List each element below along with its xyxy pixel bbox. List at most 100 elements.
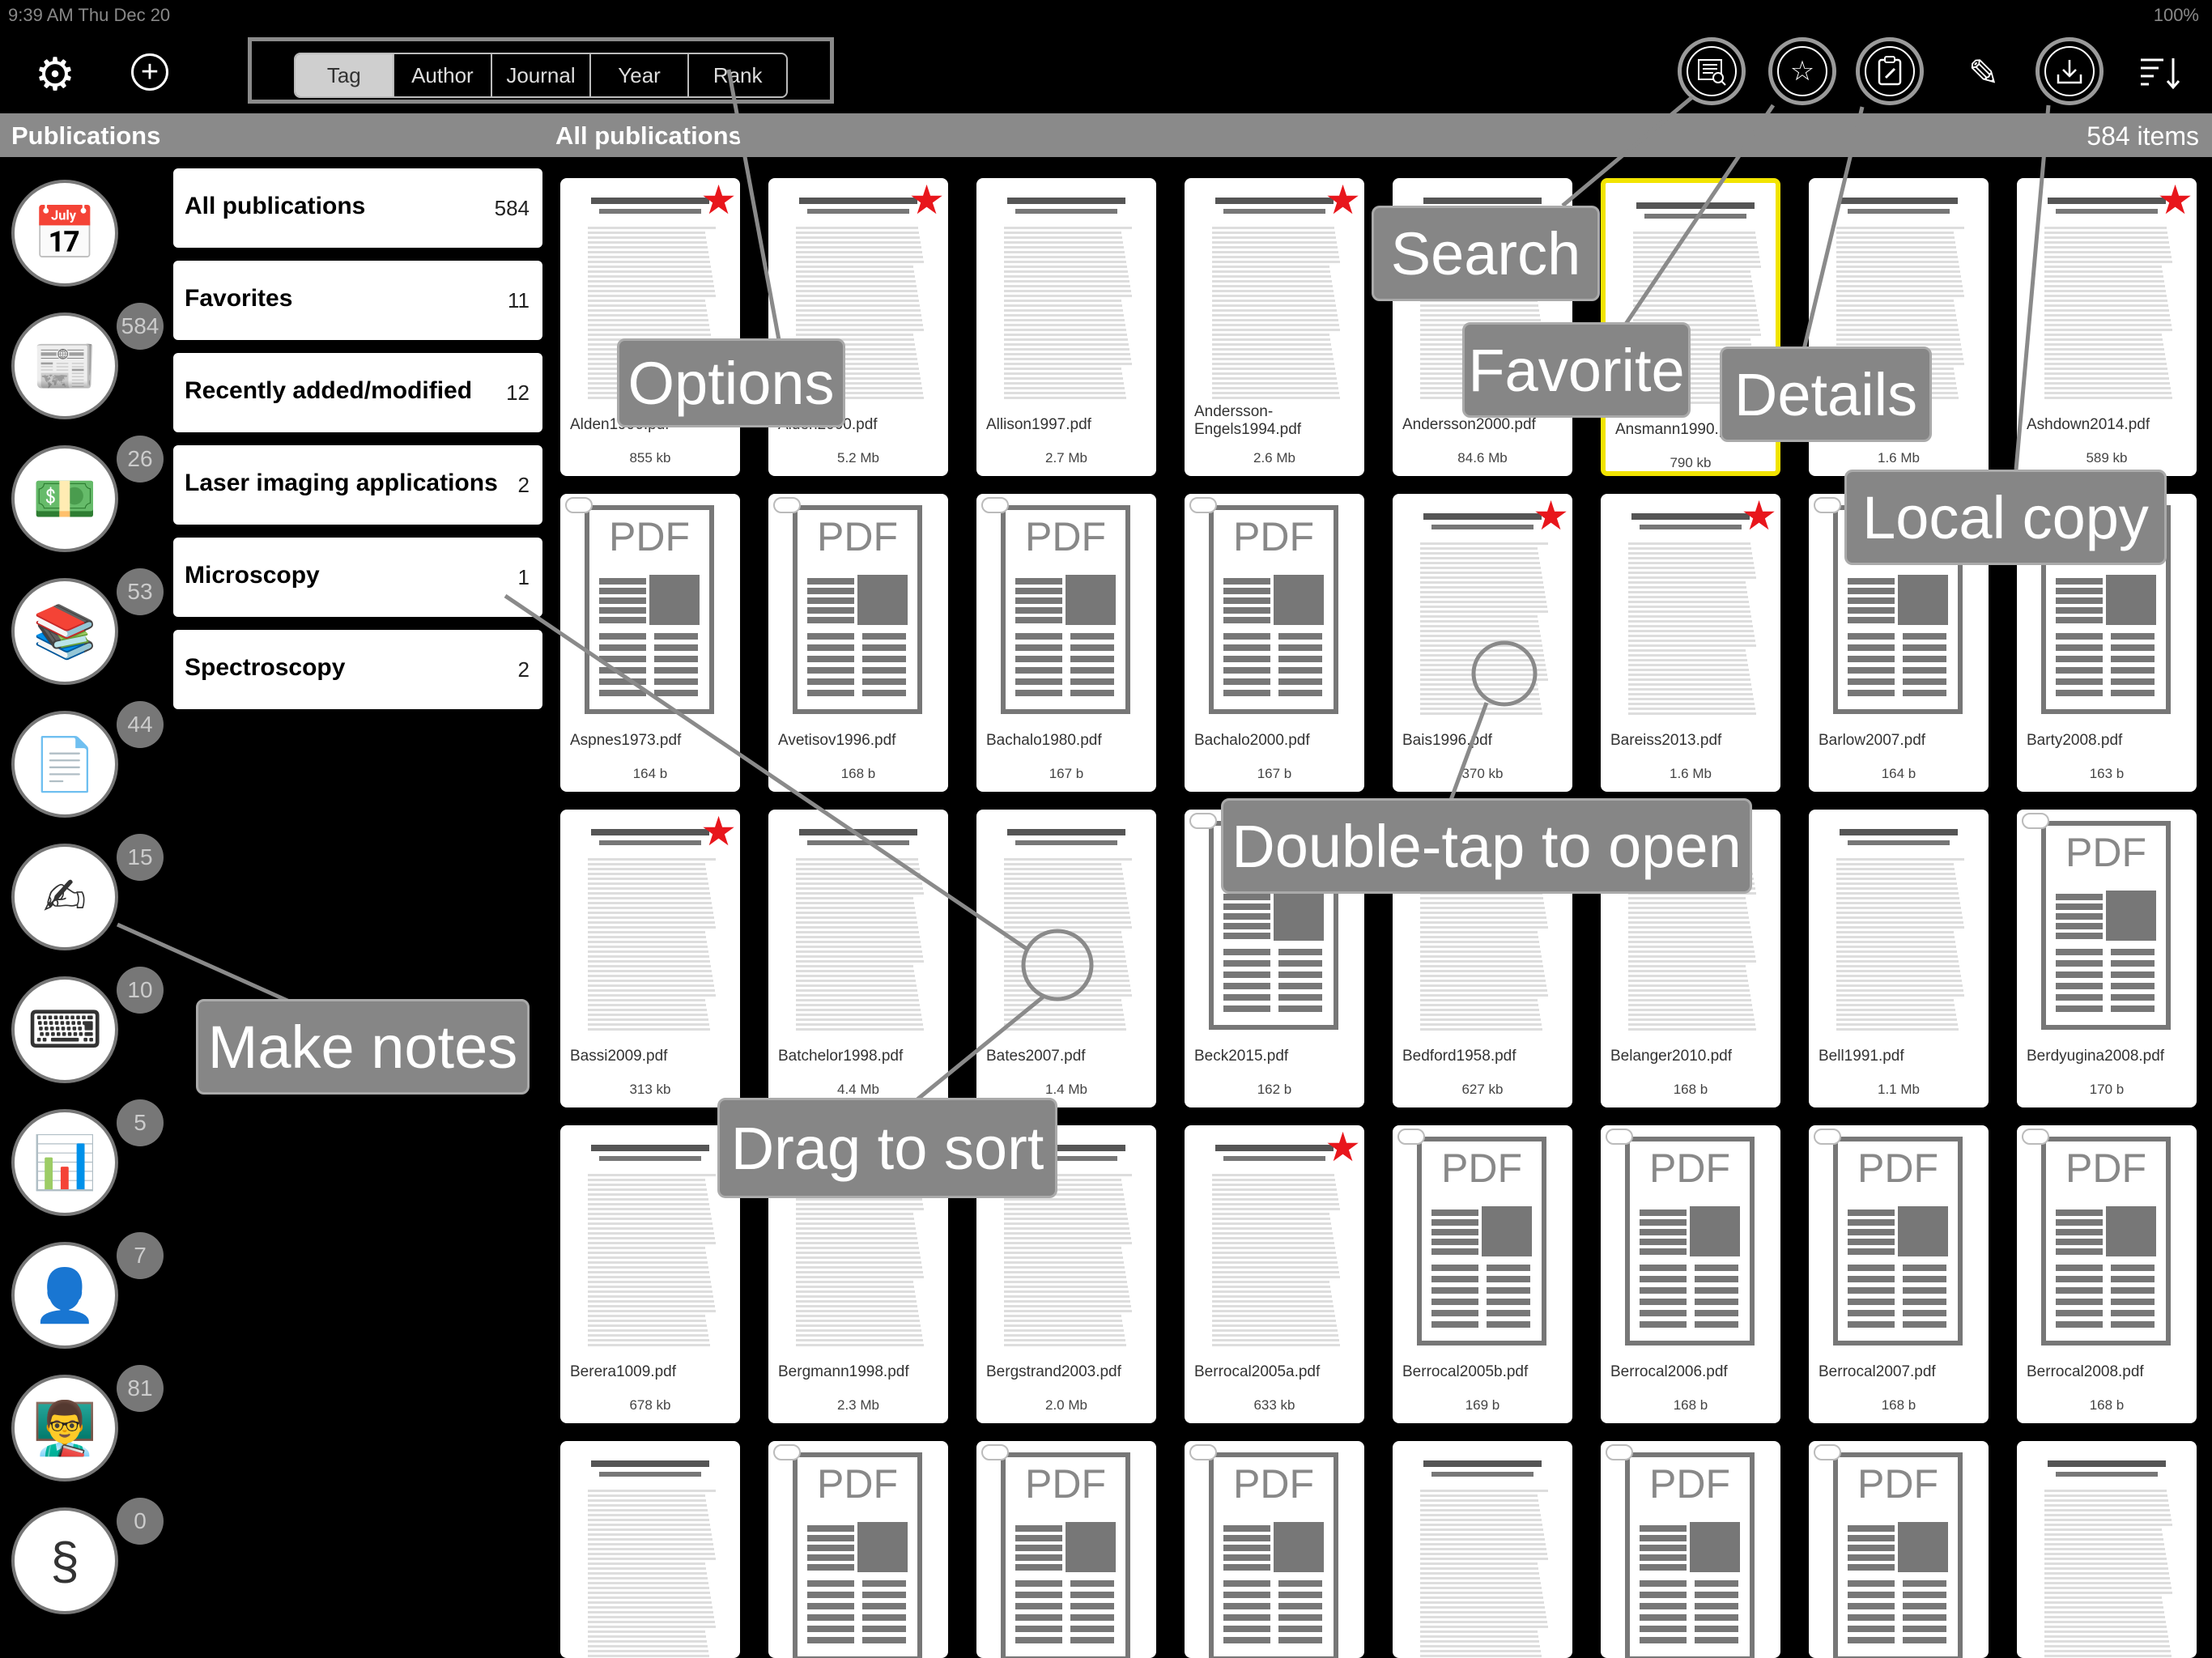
publication-card[interactable]: PDF Avetisov1996.pdf 168 b [768,494,948,792]
category-count-badge: 584 [117,303,164,350]
callout-options: Options [617,338,845,427]
cloud-icon [981,1444,1009,1460]
pdf-placeholder-icon: PDF [1833,1137,1963,1346]
publication-card[interactable]: PDF [976,1441,1156,1658]
segment-journal[interactable]: Journal [492,54,591,96]
publication-card[interactable]: PDF Bachalo2000.pdf 167 b [1185,494,1364,792]
tag-count: 2 [517,473,530,497]
pencil-icon[interactable]: ✎ [1959,49,2008,97]
tag-item[interactable]: Favorites 11 [173,261,542,340]
file-size: 168 b [2089,1397,2125,1413]
notepad-pen-icon[interactable]: ✍ [11,844,118,950]
file-name: Bachalo1980.pdf [986,732,1102,749]
file-size: 1.1 Mb [1878,1082,1920,1097]
file-name: Berrocal2008.pdf [2027,1363,2144,1380]
publication-card[interactable] [1393,1441,1572,1658]
sort-segmented-control: Tag Author Journal Year Rank [294,53,788,98]
segment-rank[interactable]: Rank [689,54,786,96]
tag-item[interactable]: All publications 584 [173,168,542,248]
file-name: Berrocal2005b.pdf [1402,1363,1529,1380]
publication-card[interactable]: PDF [1601,1441,1780,1658]
publication-card[interactable]: Bell1991.pdf 1.1 Mb [1809,810,1989,1107]
pdf-placeholder-icon: PDF [585,505,714,714]
publication-card[interactable] [2017,1441,2197,1658]
category-count-badge: 53 [117,568,164,615]
presentation-icon[interactable]: 📊 [11,1109,118,1216]
document-thumbnail [786,818,930,1036]
file-size: 164 b [1881,766,1916,781]
category-count-badge: 44 [117,701,164,748]
calendar-icon[interactable]: 📅 [11,180,118,287]
invoice-icon[interactable]: 📄 [11,711,118,818]
publication-card[interactable]: PDF Berdyugina2008.pdf 170 b [2017,810,2197,1107]
callout-local-copy: Local copy [1844,470,2167,565]
tag-item[interactable]: Spectroscopy 2 [173,630,542,709]
publication-card[interactable]: PDF Berrocal2008.pdf 168 b [2017,1125,2197,1423]
favorite-star-icon: ★ [908,178,945,223]
segment-author[interactable]: Author [394,54,493,96]
sort-icon[interactable] [2134,49,2186,97]
file-name: Bassi2009.pdf [570,1048,668,1065]
plus-icon[interactable]: + [131,53,168,91]
pdf-placeholder-icon: PDF [793,505,922,714]
publication-card[interactable]: ★ Berrocal2005a.pdf 633 kb [1185,1125,1364,1423]
publication-card[interactable]: Bates2007.pdf 1.4 Mb [976,810,1156,1107]
file-size: 168 b [1673,1397,1708,1413]
publication-card[interactable]: PDF [1185,1441,1364,1658]
favorite-star-icon: ★ [700,810,737,854]
segment-tag[interactable]: Tag [296,54,394,96]
publication-card[interactable]: PDF Berrocal2007.pdf 168 b [1809,1125,1989,1423]
publication-card[interactable]: PDF Bachalo1980.pdf 167 b [976,494,1156,792]
legal-document-icon[interactable]: § [11,1507,118,1614]
publication-card[interactable] [560,1441,740,1658]
search-button[interactable] [1678,37,1746,105]
file-name: Avetisov1996.pdf [778,732,896,749]
cloud-icon [1606,1129,1633,1145]
books-icon[interactable]: 📚 [11,578,118,685]
wallet-icon[interactable]: 💵 [11,445,118,552]
tag-name: Laser imaging applications [185,470,498,496]
segment-year[interactable]: Year [591,54,690,96]
publication-card[interactable]: ★Alden2000.pdf5.2 Mb [768,178,948,476]
download-button[interactable] [2035,37,2104,105]
typewriter-icon[interactable]: ⌨ [11,976,118,1083]
organization-icon[interactable]: 👤 [11,1242,118,1349]
publication-card[interactable]: ★ Bassi2009.pdf 313 kb [560,810,740,1107]
gear-icon[interactable]: ⚙ [29,49,81,100]
cloud-icon [1189,813,1217,829]
file-name: Bell1991.pdf [1819,1048,1904,1065]
publication-card[interactable]: PDF Aspnes1973.pdf 164 b [560,494,740,792]
publication-card[interactable]: PDF [1809,1441,1989,1658]
publication-card[interactable]: Berera1009.pdf 678 kb [560,1125,740,1423]
tag-item[interactable]: Laser imaging applications 2 [173,445,542,525]
file-name: Bais1996.pdf [1402,732,1492,749]
teacher-icon[interactable]: 👨‍🏫 [11,1375,118,1482]
category-count-badge: 15 [117,834,164,881]
publication-card[interactable]: ★ Andersson-Engels1994.pdf 2.6 Mb [1185,178,1364,476]
publication-card[interactable]: Batchelor1998.pdf 4.4 Mb [768,810,948,1107]
publication-card[interactable]: ★ Ashdown2014.pdf 589 kb [2017,178,2197,476]
file-name: Andersson-Engels1994.pdf [1194,403,1302,438]
file-size: 84.6 Mb [1457,450,1508,466]
pdf-placeholder-icon: PDF [1209,505,1338,714]
publication-card[interactable]: PDF Berrocal2005b.pdf 169 b [1393,1125,1572,1423]
publication-card[interactable]: ★ Bareiss2013.pdf 1.6 Mb [1601,494,1780,792]
publication-card[interactable]: PDF Berrocal2006.pdf 168 b [1601,1125,1780,1423]
tag-item[interactable]: Recently added/modified 12 [173,353,542,432]
document-thumbnail [578,1133,722,1352]
file-size: 169 b [1465,1397,1500,1413]
publication-card[interactable]: PDF [768,1441,948,1658]
tag-count: 584 [494,196,530,220]
file-size: 1.6 Mb [1670,766,1712,781]
publication-card[interactable]: Allison1997.pdf 2.7 Mb [976,178,1156,476]
item-count: 584 items [2087,121,2199,151]
details-button[interactable] [1856,37,1924,105]
publications-icon[interactable]: 📰 [11,312,118,419]
cloud-icon [773,497,801,513]
category-count-badge: 7 [117,1232,164,1279]
tag-item[interactable]: Microscopy 1 [173,538,542,617]
cloud-icon [981,497,1009,513]
favorite-button[interactable]: ☆ [1768,37,1836,105]
publication-card[interactable]: ★Alden1996.pdf855 kb [560,178,740,476]
publication-card[interactable]: ★ Bais1996.pdf 370 kb [1393,494,1572,792]
